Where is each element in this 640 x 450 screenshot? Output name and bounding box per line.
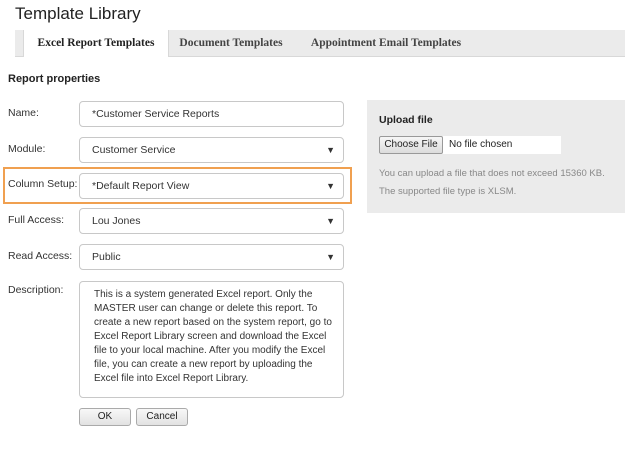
tab-appointment-email-templates[interactable]: Appointment Email Templates xyxy=(297,30,475,56)
read-access-value: Public xyxy=(92,251,121,263)
description-label: Description: xyxy=(8,284,64,296)
upload-title: Upload file xyxy=(379,114,433,126)
page-title: Template Library xyxy=(15,4,141,23)
module-value: Customer Service xyxy=(92,144,176,156)
no-file-text: No file chosen xyxy=(449,139,513,150)
section-title: Report properties xyxy=(8,73,101,85)
chevron-down-icon: ▼ xyxy=(326,252,335,262)
description-textarea[interactable]: This is a system generated Excel report.… xyxy=(79,281,344,398)
upload-size-note: You can upload a file that does not exce… xyxy=(379,168,605,179)
read-access-label: Read Access: xyxy=(8,250,73,262)
chevron-down-icon: ▼ xyxy=(326,145,335,155)
module-label: Module: xyxy=(8,143,46,155)
choose-file-button[interactable]: Choose File xyxy=(379,136,443,154)
name-label: Name: xyxy=(8,107,39,119)
chevron-down-icon: ▼ xyxy=(326,216,335,226)
upload-panel: Upload file Choose File No file chosen Y… xyxy=(367,100,625,213)
column-setup-select[interactable]: *Default Report View ▼ xyxy=(79,173,344,199)
upload-type-note: The supported file type is XLSM. xyxy=(379,186,517,197)
column-setup-label: Column Setup: xyxy=(8,178,78,190)
full-access-value: Lou Jones xyxy=(92,215,141,227)
ok-button[interactable]: OK xyxy=(79,408,131,426)
module-select[interactable]: Customer Service ▼ xyxy=(79,137,344,163)
tab-bar: Excel Report Templates Document Template… xyxy=(15,30,625,57)
tab-excel-report-templates[interactable]: Excel Report Templates xyxy=(23,30,169,57)
cancel-button[interactable]: Cancel xyxy=(136,408,188,426)
full-access-label: Full Access: xyxy=(8,214,65,226)
name-input[interactable]: *Customer Service Reports xyxy=(79,101,344,127)
read-access-select[interactable]: Public ▼ xyxy=(79,244,344,270)
full-access-select[interactable]: Lou Jones ▼ xyxy=(79,208,344,234)
file-input[interactable]: Choose File No file chosen xyxy=(379,136,561,154)
column-setup-value: *Default Report View xyxy=(92,180,190,192)
tab-document-templates[interactable]: Document Templates xyxy=(167,30,295,56)
chevron-down-icon: ▼ xyxy=(326,181,335,191)
